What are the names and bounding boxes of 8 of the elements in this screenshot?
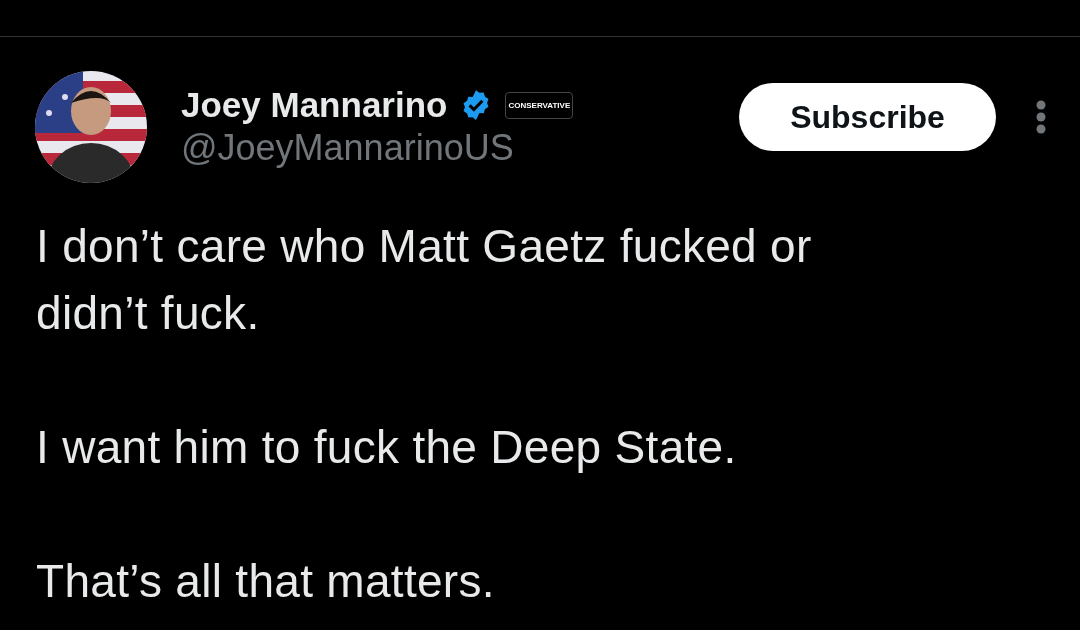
- post-paragraph: I want him to fuck the Deep State.: [36, 420, 738, 475]
- subscribe-button[interactable]: Subscribe: [739, 83, 996, 151]
- author-handle[interactable]: @JoeyMannarinoUS: [181, 127, 739, 169]
- more-options-icon[interactable]: [1036, 100, 1046, 134]
- post-paragraph: That’s all that matters.: [36, 554, 496, 609]
- author-name: Joey Mannarino: [181, 85, 448, 125]
- affiliation-badge[interactable]: CONSERVATIVE: [505, 91, 574, 119]
- post-paragraph: I don’t care who Matt Gaetz fucked or didn’t fuck.: [36, 219, 813, 341]
